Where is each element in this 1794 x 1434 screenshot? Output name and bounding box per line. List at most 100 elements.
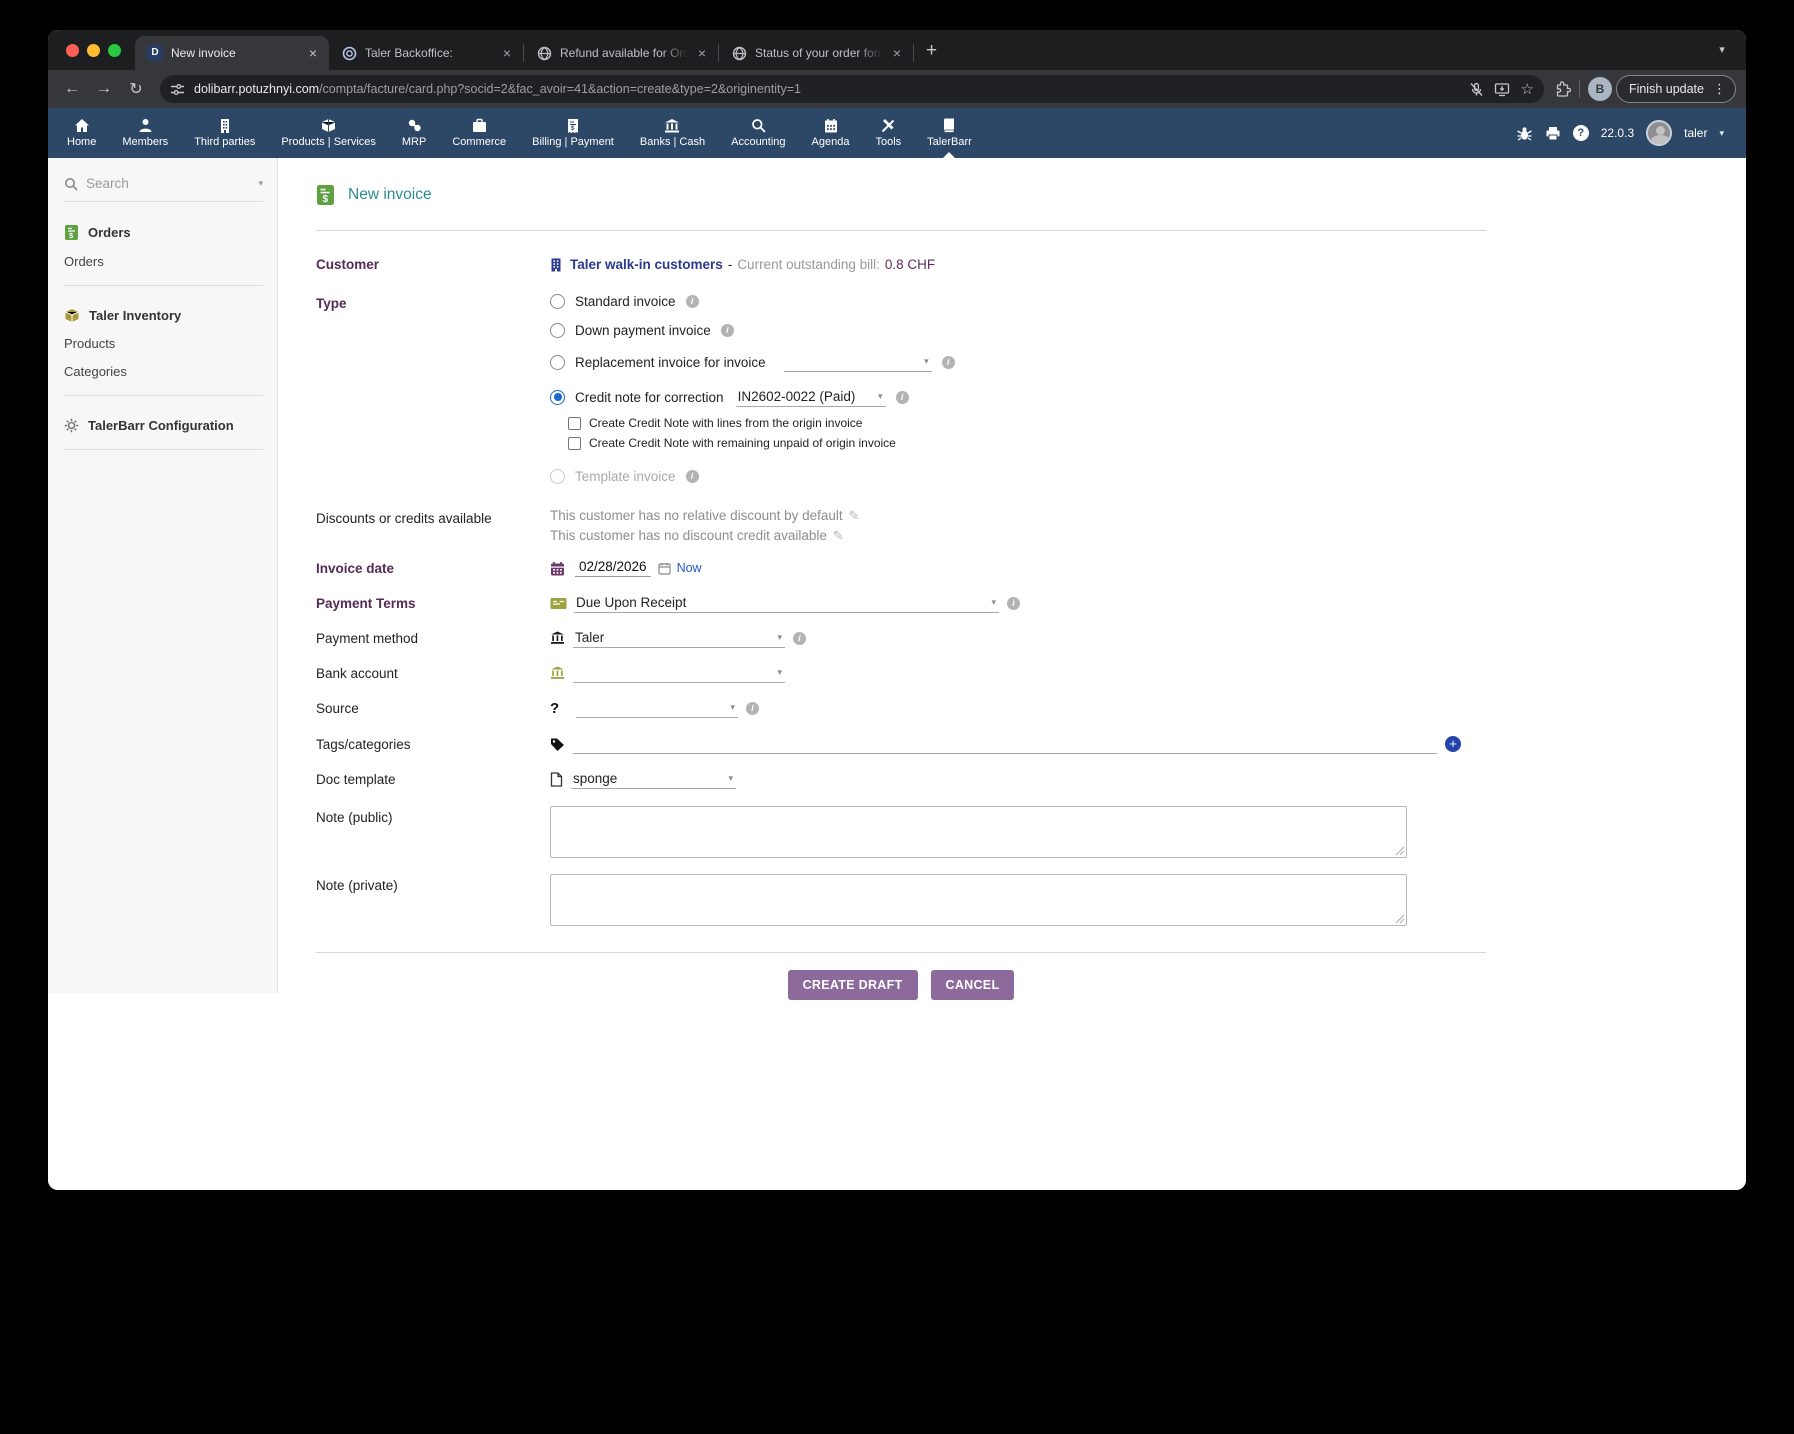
info-icon[interactable]: i — [686, 295, 699, 308]
credit-note-unpaid-option[interactable]: Create Credit Note with remaining unpaid… — [568, 436, 955, 450]
close-window-button[interactable] — [66, 44, 79, 57]
info-icon[interactable]: i — [896, 391, 909, 404]
sidebar-section-talerbarr-config[interactable]: TalerBarr Configuration — [64, 418, 263, 450]
radio-replacement[interactable] — [550, 355, 565, 370]
close-tab-icon[interactable]: × — [696, 44, 708, 62]
profile-avatar[interactable]: B — [1588, 77, 1612, 101]
magnifier-icon — [751, 118, 766, 133]
bank-account-label: Bank account — [316, 666, 550, 681]
calendar-icon — [550, 561, 565, 576]
resize-handle[interactable] — [1395, 914, 1405, 924]
replacement-invoice-select[interactable]: ▾ — [784, 352, 932, 372]
bank-dark-icon — [550, 631, 565, 645]
tab-search-chevron-icon[interactable]: ▾ — [1712, 40, 1732, 60]
finish-update-button[interactable]: Finish update ⋮ — [1616, 75, 1736, 103]
back-button[interactable]: ← — [58, 75, 86, 103]
browser-menu-icon[interactable]: ⋮ — [1710, 81, 1729, 97]
nav-products-services[interactable]: Products | Services — [268, 108, 389, 158]
cancel-button[interactable]: CANCEL — [931, 970, 1015, 1000]
bug-icon[interactable] — [1516, 126, 1533, 141]
sidebar-search[interactable]: ▾ — [64, 176, 263, 202]
close-tab-icon[interactable]: × — [891, 44, 903, 62]
edit-pencil-icon[interactable]: ✎ — [833, 528, 844, 543]
resize-handle[interactable] — [1395, 846, 1405, 856]
nav-home[interactable]: Home — [54, 108, 109, 158]
note-public-textarea[interactable] — [550, 806, 1407, 858]
forward-button[interactable]: → — [90, 75, 118, 103]
minimize-window-button[interactable] — [87, 44, 100, 57]
radio-down-payment[interactable] — [550, 323, 565, 338]
bookmark-star-icon[interactable]: ☆ — [1520, 80, 1533, 98]
info-icon[interactable]: i — [1007, 597, 1020, 610]
option-down-payment[interactable]: Down payment invoice i — [550, 323, 955, 338]
doc-template-select[interactable]: sponge ▾ — [571, 769, 736, 789]
user-menu-chevron-icon[interactable]: ▾ — [1719, 128, 1724, 139]
tab-order-status[interactable]: Status of your order forrefund × — [719, 36, 913, 70]
info-icon[interactable]: i — [746, 702, 759, 715]
now-link[interactable]: Now — [677, 561, 702, 575]
info-icon[interactable]: i — [793, 632, 806, 645]
fullscreen-window-button[interactable] — [108, 44, 121, 57]
info-icon[interactable]: i — [686, 470, 699, 483]
search-dropdown-chevron-icon[interactable]: ▾ — [258, 178, 263, 189]
tags-input[interactable] — [573, 734, 1437, 754]
info-icon[interactable]: i — [942, 356, 955, 369]
extensions-icon[interactable] — [1554, 81, 1571, 98]
checkbox-lines-from-origin[interactable] — [568, 417, 581, 430]
note-private-textarea[interactable] — [550, 874, 1407, 926]
invoice-date-input[interactable]: 02/28/2026 — [575, 559, 651, 577]
edit-pencil-icon[interactable]: ✎ — [849, 508, 860, 523]
sidebar-item-products[interactable]: Products — [64, 336, 263, 351]
checkbox-remaining-unpaid[interactable] — [568, 437, 581, 450]
credit-note-lines-option[interactable]: Create Credit Note with lines from the o… — [568, 416, 955, 430]
option-credit-note[interactable]: Credit note for correction IN2602-0022 (… — [550, 387, 955, 407]
user-avatar[interactable] — [1646, 120, 1672, 146]
print-icon[interactable] — [1545, 126, 1561, 141]
close-tab-icon[interactable]: × — [307, 44, 319, 62]
create-draft-button[interactable]: CREATE DRAFT — [788, 970, 918, 1000]
credit-note-invoice-select[interactable]: IN2602-0022 (Paid) ▾ — [736, 387, 886, 407]
payment-terms-select[interactable]: Due Upon Receipt ▾ — [574, 593, 999, 613]
nav-talerbarr[interactable]: TalerBarr — [914, 108, 985, 158]
source-select[interactable]: ▾ — [576, 698, 738, 718]
mic-off-icon[interactable] — [1469, 82, 1484, 97]
nav-billing-payment[interactable]: $ Billing | Payment — [519, 108, 627, 158]
tab-refund-available[interactable]: Refund available for Order to × — [524, 36, 718, 70]
nav-tools[interactable]: Tools — [862, 108, 914, 158]
person-icon — [138, 118, 153, 133]
close-tab-icon[interactable]: × — [501, 44, 513, 62]
divider — [64, 285, 263, 286]
tab-taler-backoffice[interactable]: Taler Backoffice: × — [329, 36, 523, 70]
help-icon[interactable]: ? — [1573, 125, 1589, 141]
nav-accounting[interactable]: Accounting — [718, 108, 798, 158]
radio-standard[interactable] — [550, 294, 565, 309]
nav-commerce[interactable]: Commerce — [439, 108, 519, 158]
sidebar-section-orders: $ Orders Orders — [64, 224, 263, 286]
user-name[interactable]: taler — [1684, 126, 1707, 140]
nav-members[interactable]: Members — [109, 108, 181, 158]
reload-button[interactable]: ↻ — [122, 75, 150, 103]
window-controls — [48, 44, 135, 70]
option-standard-invoice[interactable]: Standard invoice i — [550, 294, 955, 309]
nav-banks-cash[interactable]: Banks | Cash — [627, 108, 718, 158]
question-mark-icon: ? — [550, 700, 566, 717]
nav-mrp[interactable]: MRP — [389, 108, 439, 158]
info-icon[interactable]: i — [721, 324, 734, 337]
install-icon[interactable] — [1494, 82, 1510, 97]
radio-credit-note[interactable] — [550, 390, 565, 405]
customer-link[interactable]: Taler walk-in customers — [570, 257, 723, 272]
option-replacement-invoice[interactable]: Replacement invoice for invoice ▾ i — [550, 352, 955, 372]
add-tag-button[interactable]: + — [1445, 736, 1461, 752]
tab-new-invoice[interactable]: D New invoice × — [135, 36, 329, 70]
nav-agenda[interactable]: Agenda — [799, 108, 863, 158]
bank-account-select[interactable]: ▾ — [573, 663, 785, 683]
sidebar-item-categories[interactable]: Categories — [64, 364, 263, 379]
new-tab-button[interactable]: + — [914, 40, 949, 70]
url-bar[interactable]: dolibarr.potuzhnyi.com/compta/facture/ca… — [160, 75, 1544, 103]
sidebar-item-orders[interactable]: Orders — [64, 254, 263, 269]
search-input[interactable] — [86, 176, 250, 191]
site-settings-icon[interactable] — [170, 82, 185, 97]
datepicker-icon[interactable] — [658, 562, 671, 575]
payment-method-select[interactable]: Taler ▾ — [573, 628, 785, 648]
nav-third-parties[interactable]: Third parties — [181, 108, 268, 158]
